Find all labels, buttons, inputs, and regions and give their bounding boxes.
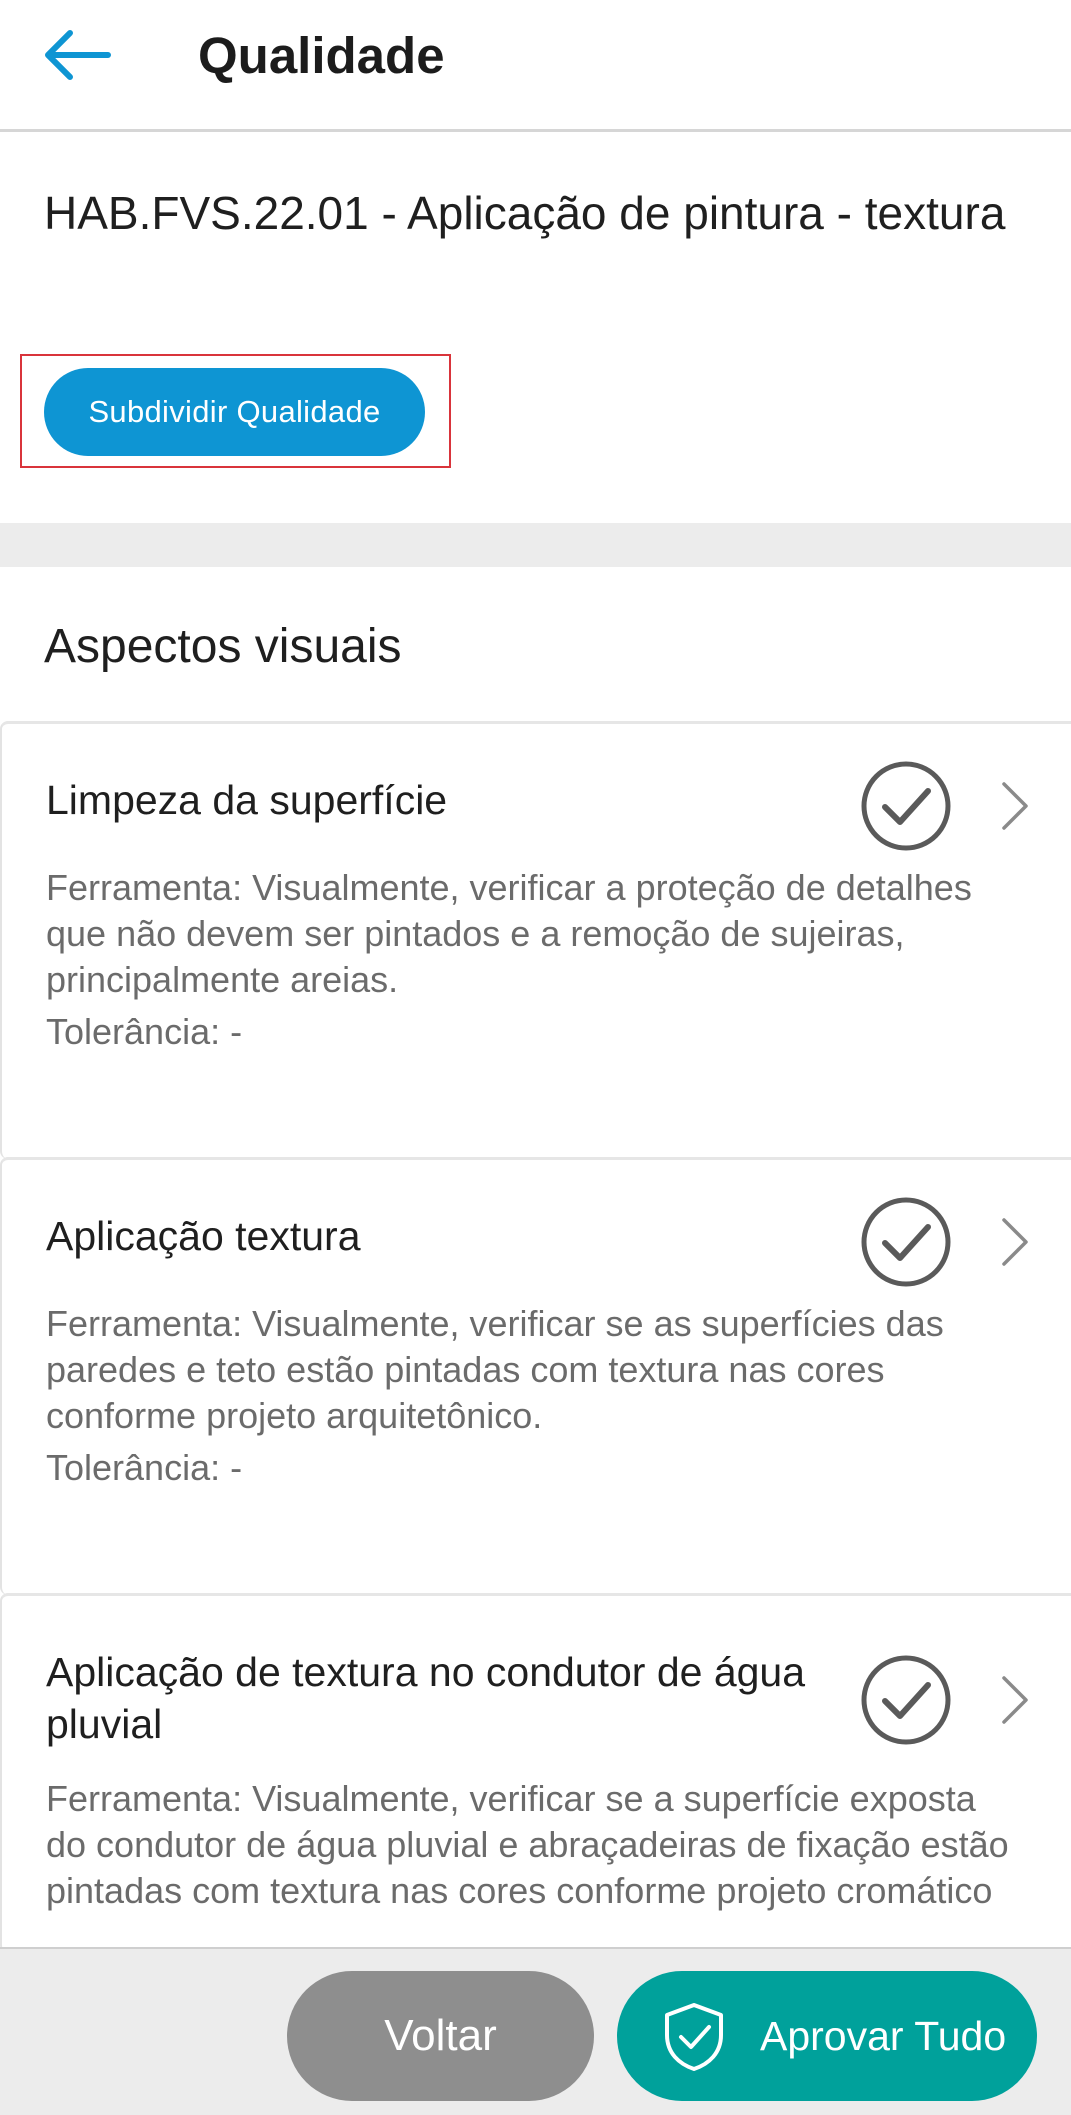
item-description-line: Ferramenta: Visualmente, verificar a pro…	[46, 867, 972, 908]
visual-aspects-section: Aspectos visuais Limpeza da superfície F…	[0, 567, 1071, 1953]
chevron-right-icon[interactable]	[998, 1674, 1032, 1726]
item-description-line: conforme projeto arquitetônico.	[46, 1395, 543, 1436]
quality-screen: Qualidade HAB.FVS.22.01 - Aplicação de p…	[0, 0, 1071, 2115]
item-description-line: paredes e teto estão pintadas com textur…	[46, 1349, 885, 1390]
check-circle-icon[interactable]	[860, 1654, 952, 1746]
inspection-info: HAB.FVS.22.01 - Aplicação de pintura - t…	[0, 135, 1071, 523]
checklist-item[interactable]: Limpeza da superfície Ferramenta: Visual…	[0, 721, 1071, 1159]
subdivide-quality-button[interactable]: Subdividir Qualidade	[44, 368, 425, 456]
chevron-right-icon[interactable]	[998, 780, 1032, 832]
approve-all-label: Aprovar Tudo	[760, 2013, 1007, 2059]
arrow-left-icon	[45, 30, 111, 80]
checklist-item[interactable]: Aplicação de textura no condutor de água…	[0, 1593, 1071, 1953]
item-description-line: que não devem ser pintados e a remoção d…	[46, 913, 905, 954]
page-title: Qualidade	[198, 27, 445, 84]
app-header: Qualidade	[0, 0, 1071, 132]
item-tolerance: Tolerância: -	[46, 1011, 243, 1052]
item-title: Limpeza da superfície	[46, 777, 448, 823]
back-footer-button[interactable]: Voltar	[287, 1971, 594, 2101]
item-description-line: Ferramenta: Visualmente, verificar se as…	[46, 1303, 944, 1344]
check-circle-icon[interactable]	[860, 1196, 952, 1288]
item-description-line: pintadas com textura nas cores conforme …	[46, 1870, 993, 1911]
action-footer: Voltar Aprovar Tudo	[0, 1947, 1071, 2115]
item-description-line: do condutor de água pluvial e abraçadeir…	[46, 1824, 1009, 1865]
chevron-right-icon[interactable]	[998, 1216, 1032, 1268]
item-description-line: principalmente areias.	[46, 959, 399, 1000]
item-title: Aplicação de textura no condutor de água…	[46, 1649, 806, 1747]
section-divider	[0, 523, 1071, 567]
section-title: Aspectos visuais	[44, 620, 402, 673]
approve-all-button[interactable]: Aprovar Tudo	[617, 1971, 1037, 2101]
back-button[interactable]	[38, 22, 118, 88]
fvs-title: HAB.FVS.22.01 - Aplicação de pintura - t…	[44, 187, 1006, 239]
shield-check-icon	[665, 2003, 723, 2071]
check-circle-icon[interactable]	[860, 760, 952, 852]
item-title: Aplicação textura	[46, 1213, 361, 1259]
item-description-line: Ferramenta: Visualmente, verificar se a …	[46, 1778, 976, 1819]
checklist-item[interactable]: Aplicação textura Ferramenta: Visualment…	[0, 1157, 1071, 1595]
item-tolerance: Tolerância: -	[46, 1447, 243, 1488]
